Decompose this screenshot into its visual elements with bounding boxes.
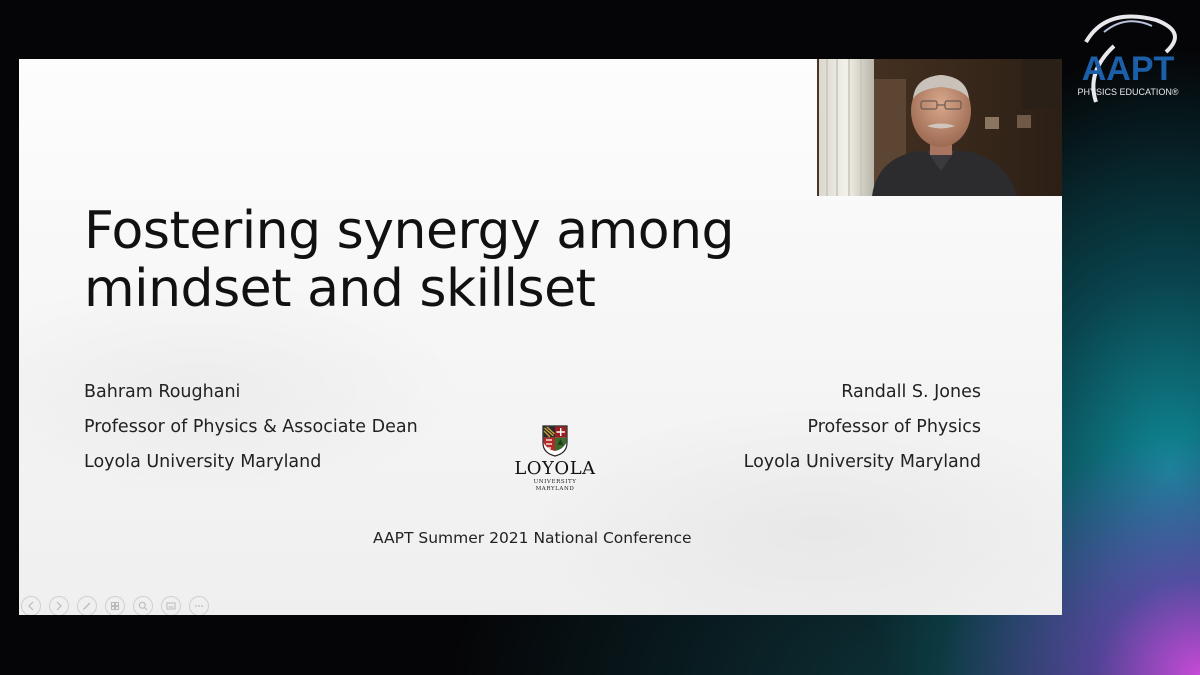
title-line-1: Fostering synergy among [84, 201, 735, 261]
aapt-logo-tagline: PHYSICS EDUCATION® [1078, 87, 1179, 97]
previous-slide-icon[interactable] [21, 596, 41, 615]
loyola-shield-icon [542, 425, 568, 457]
right-author-name: Randall S. Jones [841, 382, 981, 402]
loyola-logo: LOYOLA UNIVERSITY MARYLAND [514, 425, 596, 493]
more-options-icon[interactable] [189, 596, 209, 615]
presenter-video-image [817, 59, 1062, 196]
loyola-logo-name: LOYOLA [514, 458, 596, 479]
zoom-icon[interactable] [133, 596, 153, 615]
aapt-logo-title: AAPT [1082, 50, 1175, 88]
left-author-affiliation: Loyola University Maryland [84, 452, 322, 472]
right-author-affiliation: Loyola University Maryland [743, 452, 981, 472]
slide-title: Fostering synergy among mindset and skil… [84, 202, 844, 318]
left-author-role: Professor of Physics & Associate Dean [84, 417, 418, 437]
pen-icon[interactable] [77, 596, 97, 615]
aapt-logo: AAPT PHYSICS EDUCATION® [1066, 12, 1191, 117]
conference-name: AAPT Summer 2021 National Conference [373, 529, 692, 547]
title-line-2: mindset and skillset [84, 259, 596, 319]
slides-icon[interactable] [105, 596, 125, 615]
right-author-role: Professor of Physics [807, 417, 981, 437]
left-author-name: Bahram Roughani [84, 382, 241, 402]
slideshow-controls [21, 596, 209, 615]
left-author-block: Bahram Roughani Professor of Physics & A… [84, 375, 418, 480]
next-slide-icon[interactable] [49, 596, 69, 615]
subtitles-icon[interactable] [161, 596, 181, 615]
presenter-webcam [817, 59, 1062, 196]
loyola-logo-subtitle: UNIVERSITY MARYLAND [533, 479, 577, 492]
right-author-block: Randall S. Jones Professor of Physics Lo… [744, 375, 981, 480]
